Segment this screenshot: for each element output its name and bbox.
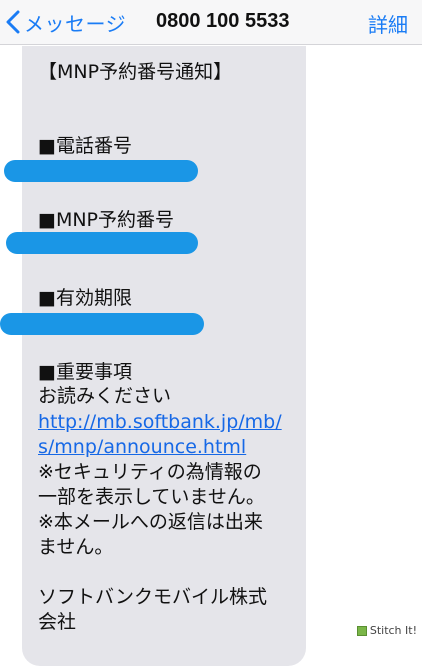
no-reply-note-line2: ません。	[38, 536, 114, 558]
section-mnp-label: ■MNP予約番号	[38, 209, 175, 231]
security-note-line1: ※セキュリティの為情報の	[38, 461, 262, 483]
redacted-expiry-date	[0, 313, 204, 335]
section-important-label: ■重要事項	[38, 361, 132, 383]
conversation-title: 0800 100 5533	[156, 10, 290, 32]
redacted-phone-number	[4, 160, 198, 182]
signature-line1: ソフトバンクモバイル株式	[38, 586, 267, 608]
signature-line2: 会社	[38, 611, 77, 633]
details-button[interactable]: 詳細	[368, 9, 408, 38]
back-label: メッセージ	[24, 11, 127, 36]
redacted-mnp-number	[6, 232, 198, 254]
section-phone-label: ■電話番号	[38, 135, 132, 157]
section-expiry-label: ■有効期限	[38, 287, 132, 309]
no-reply-note-line1: ※本メールへの返信は出来	[38, 511, 263, 533]
stitch-logo-icon	[356, 625, 367, 636]
security-note-line2: 一部を表示していません。	[38, 486, 265, 508]
watermark-text: Stitch It!	[369, 624, 417, 637]
read-please-text: お読みください	[38, 385, 172, 407]
stitch-watermark: Stitch It!	[353, 623, 420, 638]
back-button[interactable]: メッセージ	[6, 3, 126, 41]
nav-bar: メッセージ 0800 100 5533 詳細	[0, 0, 422, 45]
announce-link-line1[interactable]: http://mb.softbank.jp/mb/	[38, 410, 282, 434]
chevron-left-icon	[6, 10, 20, 34]
message-heading: 【MNP予約番号通知】	[38, 61, 233, 83]
announce-link-line2[interactable]: s/mnp/announce.html	[38, 435, 246, 459]
